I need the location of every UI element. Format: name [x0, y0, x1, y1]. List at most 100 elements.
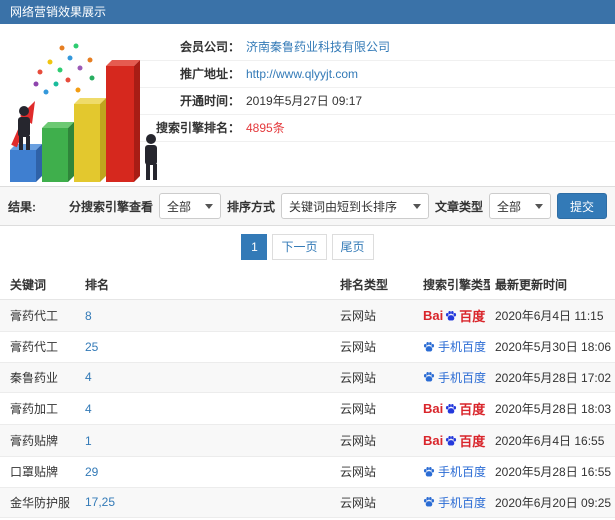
baidu-logo-latin: Bai — [423, 401, 444, 416]
engine-cell: 手机百度 — [418, 332, 490, 363]
mobile-baidu-label: 手机百度 — [438, 370, 487, 385]
rank-type-cell: 云网站 — [340, 402, 377, 416]
rank-type-cell: 云网站 — [340, 465, 377, 480]
table-row: 秦鲁药业 4 云网站 手机百度 2020年5月28日 17:02 — [0, 362, 615, 393]
mobile-baidu-logo: 手机百度 — [423, 369, 486, 386]
baidu-paw-icon — [423, 371, 435, 382]
sort-select[interactable]: 关键词由短到长排序 — [280, 193, 429, 219]
mobile-baidu-label: 手机百度 — [438, 340, 487, 354]
column-header: 搜索引擎类型 — [423, 278, 490, 292]
page: 网络营销效果展示 会员公司： 济南秦鲁药业科技有限公司 推广地址： http:/… — [0, 0, 615, 520]
engine-cell: 手机百度 — [418, 457, 490, 488]
baidu-logo-cjk: 百度 — [459, 402, 486, 417]
keyword-cell: 秦鲁药业 — [10, 370, 59, 385]
column-header: 关键词 — [10, 278, 47, 292]
search-engine-rank-count-value: 4895条 — [246, 121, 285, 135]
update-time-cell: 2020年6月20日 09:25 — [495, 495, 612, 510]
rank-cell: 8 — [80, 300, 335, 332]
member-company-value[interactable]: 济南秦鲁药业科技有限公司 — [246, 40, 390, 54]
page-title: 网络营销效果展示 — [10, 5, 107, 19]
ranking-table: 关键词 排名 排名类型 搜索引擎类型 最新更新时间 膏药代工 8 云网站 Bai 百度 2020年… — [0, 270, 615, 520]
rank-link[interactable]: 1 — [85, 434, 92, 448]
table-row: 金华防护服 17,25 云网站 手机百度 2020年6月20日 09:25 — [0, 487, 615, 518]
baidu-logo-latin: Bai — [423, 308, 444, 323]
rank-type-cell: 云网站 — [340, 434, 377, 448]
rank-cell: 4 — [80, 393, 335, 425]
baidu-paw-icon — [446, 435, 457, 445]
keyword-cell: 金华防护服 — [10, 495, 71, 510]
chevron-down-icon — [534, 203, 543, 209]
rank-cell: 1 — [80, 425, 335, 457]
rank-link[interactable]: 17,25 — [85, 495, 115, 509]
sort-label: 排序方式 — [226, 199, 275, 214]
filter-bar: 结果: 分搜索引擎查看 全部 排序方式 关键词由短到长排序 文章类型 全部 提交 — [0, 186, 615, 226]
column-header: 排名 — [85, 278, 110, 292]
column-header: 排名类型 — [340, 278, 389, 292]
baidu-logo-latin: Bai — [423, 433, 444, 448]
promo-url-value[interactable]: http://www.qlyyjt.com — [246, 67, 358, 81]
update-time-cell: 2020年6月4日 11:15 — [495, 309, 604, 323]
rank-cell: 29 — [80, 457, 335, 488]
engine-filter-select[interactable]: 全部 — [158, 193, 221, 219]
company-info: 会员公司： 济南秦鲁药业科技有限公司 推广地址： http://www.qlyyjt.… — [140, 24, 615, 142]
baidu-logo: Bai 百度 — [423, 431, 485, 450]
filter-controls: 分搜索引擎查看 全部 排序方式 关键词由短到长排序 文章类型 全部 提交 — [69, 193, 607, 219]
next-page-button[interactable]: 下一页 — [272, 234, 327, 260]
mobile-baidu-label: 手机百度 — [438, 465, 487, 479]
rank-cell: 4 — [80, 362, 335, 393]
rank-type-cell: 云网站 — [340, 340, 377, 355]
baidu-paw-icon — [446, 310, 457, 320]
column-header: 最新更新时间 — [495, 278, 568, 292]
baidu-paw-icon — [446, 403, 457, 413]
keyword-cell: 膏药贴牌 — [10, 434, 59, 448]
rank-cell: 25 — [80, 332, 335, 363]
rank-type-cell: 云网站 — [340, 370, 377, 385]
engine-cell: Bai 百度 — [418, 425, 490, 457]
rank-link[interactable]: 25 — [85, 340, 98, 354]
update-time-cell: 2020年5月30日 18:06 — [495, 340, 612, 355]
baidu-paw-icon — [423, 496, 435, 507]
open-time-row: 开通时间： 2019年5月27日 09:17 — [140, 88, 615, 115]
result-label: 结果: — [8, 199, 36, 214]
article-type-value: 全部 — [496, 199, 521, 214]
baidu-logo: Bai 百度 — [423, 306, 485, 325]
update-time-cell: 2020年5月28日 18:03 — [495, 402, 612, 416]
table-row: 膏药代工 25 云网站 手机百度 2020年5月30日 18:06 — [0, 332, 615, 363]
keyword-cell: 膏药代工 — [10, 309, 59, 323]
engine-cell: Bai 百度 — [418, 393, 490, 425]
baidu-logo-cjk: 百度 — [459, 434, 486, 449]
rank-cell: 17,25 — [80, 487, 335, 518]
engine-cell: 手机百度 — [418, 362, 490, 393]
open-time-value: 2019年5月27日 09:17 — [246, 94, 363, 108]
rank-link[interactable]: 8 — [85, 309, 92, 323]
chevron-down-icon — [204, 203, 213, 209]
mobile-baidu-logo: 手机百度 — [423, 338, 486, 355]
article-type-select[interactable]: 全部 — [488, 193, 551, 219]
article-type-label: 文章类型 — [434, 199, 483, 214]
pagination: 1 下一页 尾页 — [0, 226, 615, 270]
table-row: 膏药代工 8 云网站 Bai 百度 2020年6月4日 11:15 — [0, 299, 615, 332]
engine-filter-label: 分搜索引擎查看 — [68, 199, 153, 214]
rank-link[interactable]: 4 — [85, 402, 92, 416]
mobile-baidu-label: 手机百度 — [438, 495, 487, 510]
chevron-down-icon — [412, 203, 421, 209]
update-time-cell: 2020年5月28日 16:55 — [495, 465, 612, 480]
page-1-button[interactable]: 1 — [241, 234, 268, 260]
growth-bar-chart-clipart — [10, 43, 157, 182]
last-page-button[interactable]: 尾页 — [331, 234, 374, 260]
mobile-baidu-logo: 手机百度 — [423, 494, 486, 511]
baidu-logo-cjk: 百度 — [459, 309, 486, 324]
rank-type-cell: 云网站 — [340, 309, 377, 323]
submit-button[interactable]: 提交 — [556, 193, 607, 219]
sort-value: 关键词由短到长排序 — [288, 199, 397, 214]
member-company-row: 会员公司： 济南秦鲁药业科技有限公司 — [140, 34, 615, 61]
rank-link[interactable]: 29 — [85, 465, 98, 479]
baidu-paw-icon — [423, 341, 435, 351]
promo-url-row: 推广地址： http://www.qlyyjt.com — [140, 61, 615, 88]
rank-link[interactable]: 4 — [85, 370, 92, 384]
table-row: 口罩贴牌 29 云网站 手机百度 2020年5月28日 16:55 — [0, 457, 615, 488]
update-time-cell: 2020年5月28日 17:02 — [495, 370, 612, 385]
engine-cell: 手机百度 — [418, 487, 490, 518]
engine-filter-value: 全部 — [166, 199, 191, 214]
company-section: 会员公司： 济南秦鲁药业科技有限公司 推广地址： http://www.qlyyjt.… — [0, 24, 615, 186]
